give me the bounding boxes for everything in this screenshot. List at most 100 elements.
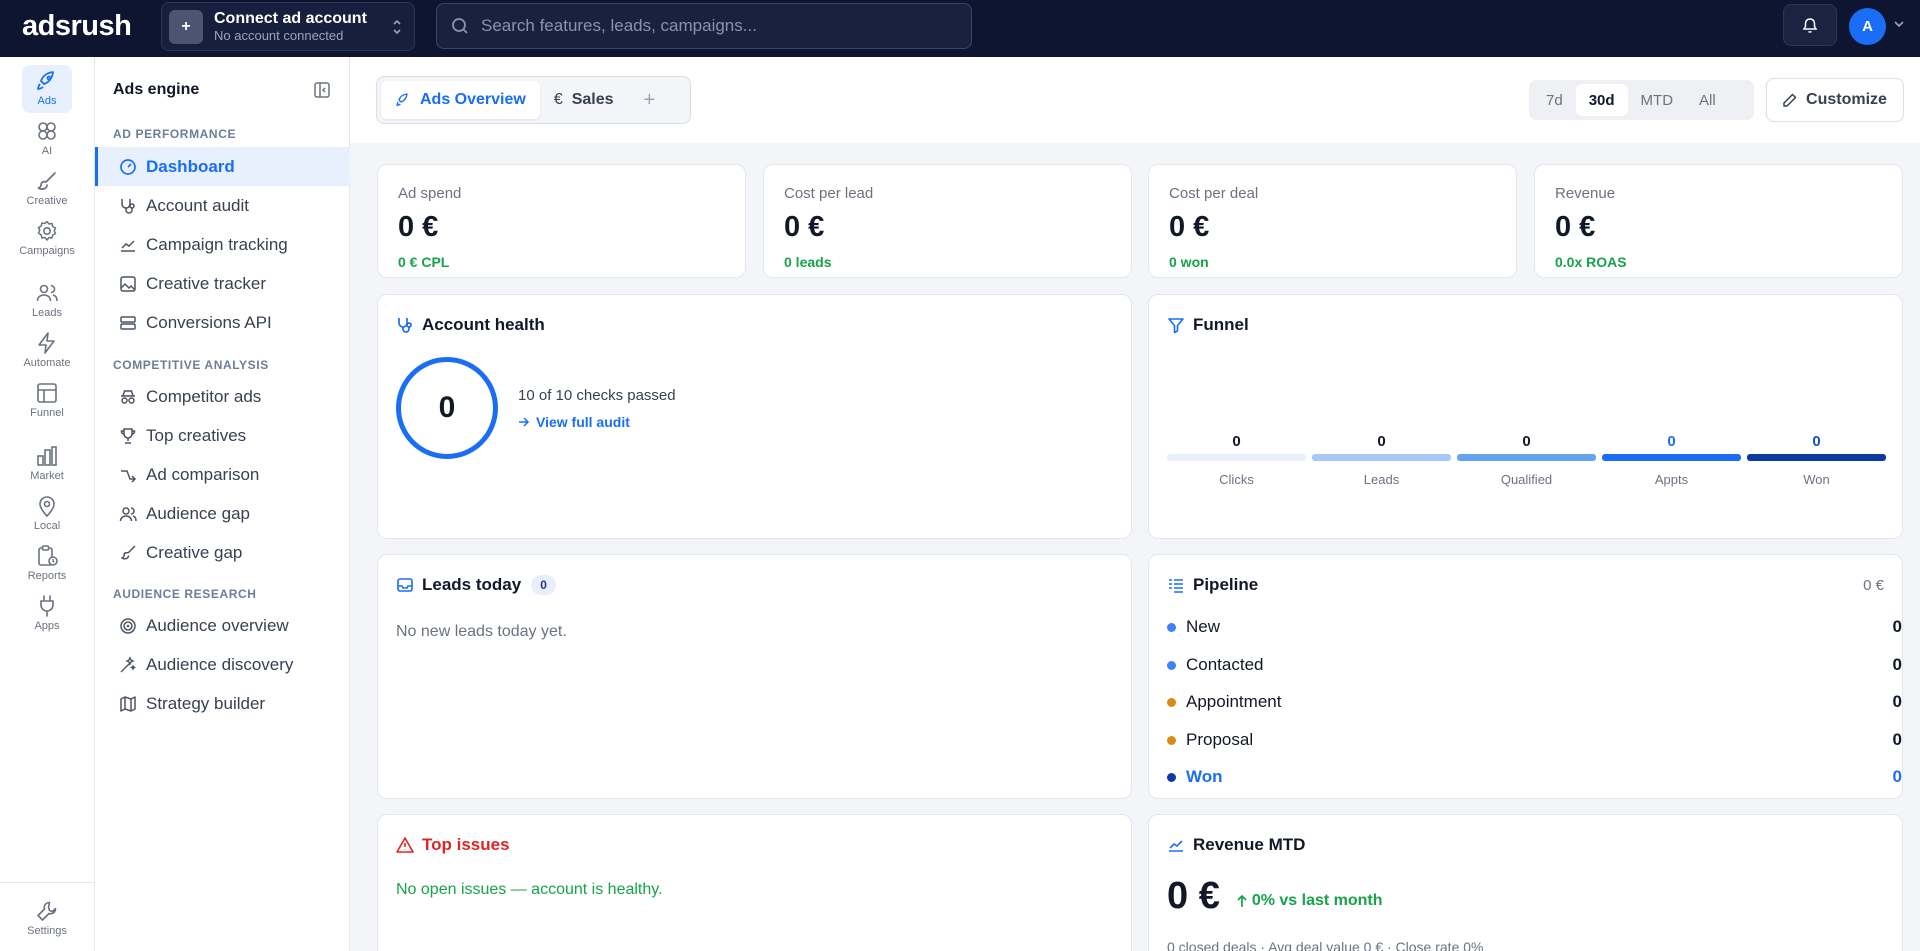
- funnel-card: Funnel 0 Clicks 0 Leads 0 Qualified 0 Ap…: [1148, 294, 1903, 539]
- sidebar-item-ad-comparison[interactable]: Ad comparison: [95, 455, 350, 494]
- range-30d[interactable]: 30d: [1575, 84, 1628, 116]
- stethoscope-icon: [119, 197, 137, 215]
- leads-count-badge: 0: [531, 575, 556, 595]
- sidebar-item-creative-gap[interactable]: Creative gap: [95, 533, 350, 572]
- tab-ads-overview[interactable]: Ads Overview: [381, 81, 540, 119]
- rail-label: Funnel: [30, 407, 64, 419]
- brush-icon: [119, 544, 137, 562]
- arrow-right-icon: [518, 416, 536, 428]
- trend-line-icon: [119, 236, 137, 254]
- funnel-label: Appts: [1654, 472, 1689, 487]
- sidebar-item-account-audit[interactable]: Account audit: [95, 186, 350, 225]
- stethoscope-icon: [396, 316, 422, 334]
- pipeline-row-proposal[interactable]: Proposal 0: [1167, 725, 1902, 755]
- chevron-down-icon[interactable]: [1893, 20, 1905, 28]
- sidebar-item-audience-discovery[interactable]: Audience discovery: [95, 645, 350, 684]
- pipeline-row-contacted[interactable]: Contacted 0: [1167, 650, 1902, 680]
- rail-label: Local: [33, 520, 61, 532]
- sidebar-item-dashboard[interactable]: Dashboard: [95, 147, 350, 186]
- sidebar-item-audience-gap[interactable]: Audience gap: [95, 494, 350, 533]
- funnel-bar: [1602, 454, 1741, 461]
- notifications-button[interactable]: [1783, 4, 1837, 46]
- pipeline-row-appointment[interactable]: Appointment 0: [1167, 687, 1902, 717]
- sidebar-item-campaign-tracking[interactable]: Campaign tracking: [95, 225, 350, 264]
- clipboard-clock-icon: [35, 544, 59, 568]
- sidebar: Ads engine AD PERFORMANCE Dashboard Acco…: [95, 57, 350, 951]
- pipeline-value: 0: [1892, 617, 1902, 636]
- funnel-bar: [1312, 454, 1451, 461]
- map-icon: [119, 695, 137, 713]
- sidebar-item-conversions-api[interactable]: Conversions API: [95, 303, 350, 342]
- rail-item-funnel[interactable]: Funnel: [22, 377, 72, 425]
- rail-item-reports[interactable]: Reports: [22, 540, 72, 588]
- icon-rail: Ads AI Creative Campaigns Leads Automate…: [0, 57, 95, 951]
- rail-item-ads[interactable]: Ads: [22, 65, 72, 113]
- connect-ad-account-button[interactable]: + Connect ad account No account connecte…: [161, 2, 415, 51]
- view-full-audit-link[interactable]: View full audit: [518, 414, 630, 430]
- funnel-stage-qualified: 0 Qualified: [1457, 433, 1596, 487]
- customize-button[interactable]: Customize: [1766, 78, 1904, 122]
- sidebar-item-creative-tracker[interactable]: Creative tracker: [95, 264, 350, 303]
- plus-icon: +: [169, 9, 203, 44]
- rail-label: Leads: [32, 307, 62, 319]
- rail-item-settings[interactable]: Settings: [22, 895, 72, 943]
- status-dot: [1167, 622, 1176, 632]
- search-input[interactable]: Search features, leads, campaigns...: [436, 3, 972, 49]
- rail-label: Market: [30, 470, 64, 482]
- bolt-icon: [35, 331, 59, 355]
- search-placeholder: Search features, leads, campaigns...: [481, 16, 757, 35]
- rail-item-automate[interactable]: Automate: [22, 327, 72, 375]
- range-mtd[interactable]: MTD: [1628, 84, 1687, 116]
- card-title: Pipeline: [1167, 575, 1258, 595]
- rail-item-market[interactable]: Market: [22, 440, 72, 488]
- connect-subtitle: No account connected: [214, 28, 344, 43]
- kpi-label: Revenue: [1555, 185, 1616, 202]
- avatar[interactable]: A: [1849, 8, 1886, 45]
- kpi-card-revenue: Revenue 0 € 0.0x ROAS: [1534, 164, 1903, 278]
- kanban-icon: [1167, 576, 1193, 594]
- rail-item-ai[interactable]: AI: [22, 115, 72, 163]
- card-title: Funnel: [1167, 315, 1249, 335]
- range-all[interactable]: All: [1686, 84, 1729, 116]
- funnel-chart: 0 Clicks 0 Leads 0 Qualified 0 Appts 0 W…: [1167, 433, 1905, 487]
- filter-icon: [1167, 316, 1193, 334]
- revenue-footer: 0 closed deals · Avg deal value 0 € · Cl…: [1167, 939, 1484, 951]
- compare-icon: [119, 466, 137, 484]
- tab-sales[interactable]: € Sales: [540, 81, 628, 119]
- sidebar-item-audience-overview[interactable]: Audience overview: [95, 606, 350, 645]
- add-tab-button[interactable]: +: [638, 89, 662, 112]
- revenue-mtd-card: Revenue MTD 0 € 0% vs last month 0 close…: [1148, 814, 1903, 951]
- rail-item-apps[interactable]: Apps: [22, 590, 72, 638]
- pipeline-label: Contacted: [1186, 655, 1264, 674]
- sidebar-section-title: COMPETITIVE ANALYSIS: [113, 358, 269, 372]
- date-range-selector: 7d 30d MTD All: [1529, 80, 1754, 120]
- rail-item-leads[interactable]: Leads: [22, 277, 72, 325]
- top-bar: adsrush + Connect ad account No account …: [0, 0, 1920, 57]
- sidebar-item-competitor-ads[interactable]: Competitor ads: [95, 377, 350, 416]
- app-logo[interactable]: adsrush: [22, 10, 132, 43]
- kpi-label: Ad spend: [398, 185, 462, 202]
- rail-item-creative[interactable]: Creative: [22, 165, 72, 213]
- health-score-ring: 0: [396, 357, 498, 459]
- rocket-icon: [395, 92, 411, 108]
- pipeline-row-new[interactable]: New 0: [1167, 612, 1902, 642]
- map-pin-icon: [35, 494, 59, 518]
- collapse-sidebar-icon[interactable]: [313, 81, 331, 99]
- sidebar-item-label: Audience discovery: [146, 654, 294, 674]
- users-icon: [35, 281, 59, 305]
- pipeline-value: 0: [1892, 692, 1902, 711]
- status-dot: [1167, 697, 1176, 707]
- rail-item-local[interactable]: Local: [22, 490, 72, 538]
- kpi-sub: 0.0x ROAS: [1555, 254, 1627, 270]
- range-7d[interactable]: 7d: [1533, 84, 1576, 116]
- kpi-label: Cost per lead: [784, 185, 874, 202]
- server-icon: [119, 314, 137, 332]
- pipeline-row-won[interactable]: Won 0: [1167, 762, 1902, 792]
- sidebar-item-strategy-builder[interactable]: Strategy builder: [95, 684, 350, 723]
- sidebar-item-label: Creative gap: [146, 542, 243, 562]
- sidebar-item-top-creatives[interactable]: Top creatives: [95, 416, 350, 455]
- revenue-mtd-value: 0 €: [1167, 875, 1220, 917]
- funnel-bar: [1167, 454, 1306, 461]
- rail-item-campaigns[interactable]: Campaigns: [19, 215, 75, 263]
- kpi-card-ad-spend: Ad spend 0 € 0 € CPL: [377, 164, 746, 278]
